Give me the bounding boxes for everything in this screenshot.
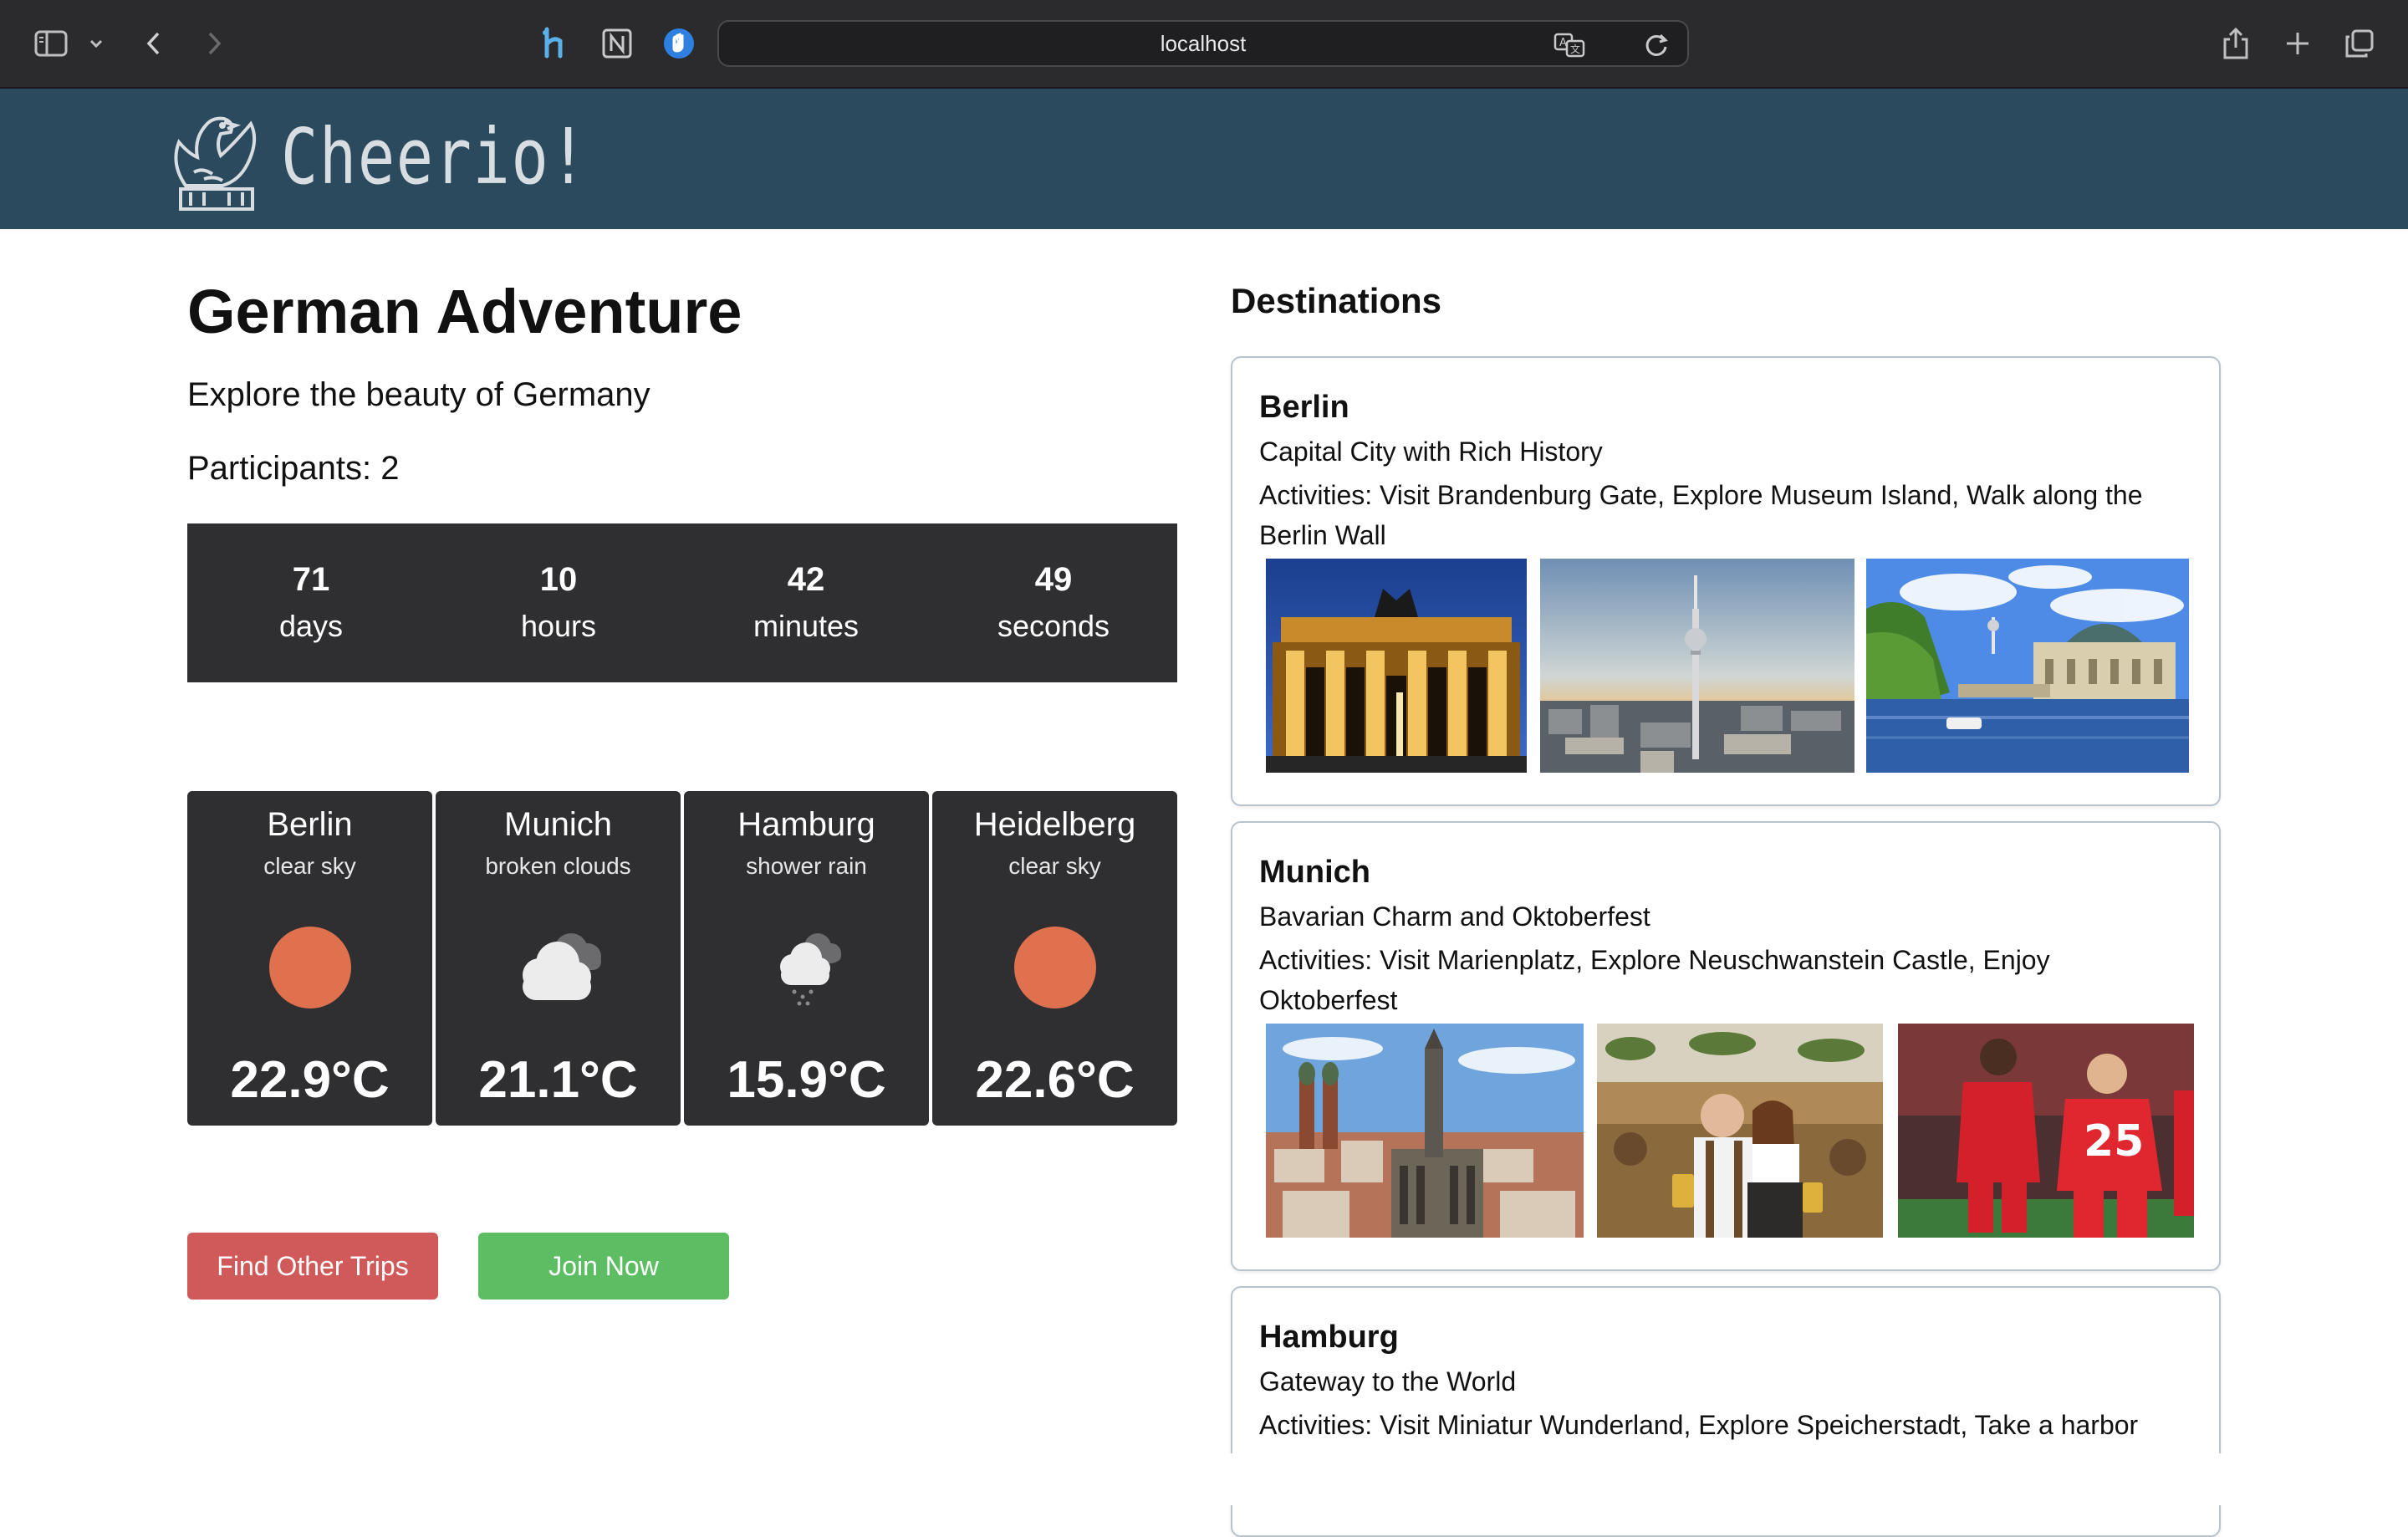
address-bar[interactable]: localhost A文 [717, 20, 1689, 67]
trip-description: Explore the beauty of Germany [187, 376, 650, 413]
weather-condition: clear sky [1008, 853, 1101, 879]
countdown-label: hours [520, 609, 597, 643]
countdown-value: 10 [539, 561, 578, 598]
weather-condition: clear sky [263, 853, 356, 879]
weather-temperature: 22.6°C [975, 1051, 1135, 1109]
translate-icon[interactable]: A文 [1553, 32, 1587, 59]
notion-extension-icon[interactable] [599, 25, 635, 62]
destination-name: Hamburg [1259, 1320, 1399, 1355]
weather-forecast: Berlin clear sky 22.9°C Munich broken cl… [187, 791, 1177, 1126]
destination-card-munich: Munich Bavarian Charm and Oktoberfest Ac… [1231, 821, 2221, 1271]
viewport-bottom-edge [0, 1453, 2408, 1505]
svg-text:A: A [1559, 37, 1567, 49]
countdown-label: minutes [752, 609, 860, 643]
share-icon[interactable] [2217, 22, 2254, 65]
destination-activities: Activities: Visit Brandenburg Gate, Expl… [1259, 480, 2143, 550]
countdown-value: 42 [787, 561, 825, 598]
destination-name: Munich [1259, 855, 1370, 890]
weather-card-munich: Munich broken clouds 21.1°C [436, 791, 681, 1126]
reload-icon[interactable] [1642, 30, 1671, 60]
back-icon[interactable] [137, 22, 171, 65]
destination-tagline: Capital City with Rich History [1259, 437, 1603, 467]
weather-condition: shower rain [746, 853, 867, 879]
participants-count: Participants: 2 [187, 450, 400, 487]
weather-city: Munich [504, 806, 612, 843]
destination-tagline: Gateway to the World [1259, 1366, 1517, 1397]
destination-activities: Activities: Visit Miniatur Wunderland, E… [1259, 1410, 2139, 1440]
countdown-seconds: 49 seconds [970, 556, 1137, 650]
chevron-down-icon[interactable] [84, 22, 109, 65]
destination-activities: Activities: Visit Marienplatz, Explore N… [1259, 945, 2050, 1015]
countdown-hours: 10 hours [475, 556, 642, 650]
countdown-label: seconds [997, 609, 1110, 643]
tab-overview-icon[interactable] [2341, 22, 2378, 65]
countdown-value: 49 [1034, 561, 1073, 598]
destination-name: Berlin [1259, 390, 1349, 425]
forward-icon[interactable] [197, 22, 231, 65]
weather-city: Heidelberg [973, 806, 1136, 843]
privacy-extension-icon[interactable] [661, 25, 697, 62]
svg-text:文: 文 [1570, 43, 1580, 55]
countdown-value: 71 [292, 561, 330, 598]
weather-temperature: 22.9°C [230, 1051, 390, 1109]
tv-tower-photo [1540, 559, 1854, 773]
countdown-label: days [278, 609, 344, 643]
marienplatz-photo [1266, 1024, 1584, 1238]
find-other-trips-button[interactable]: Find Other Trips [187, 1233, 438, 1300]
cloud-icon [504, 922, 613, 1014]
countdown-days: 71 days [227, 556, 395, 650]
trip-title: German Adventure [187, 277, 742, 346]
rain-cloud-icon [752, 922, 861, 1014]
pelican-logo-icon[interactable] [161, 105, 273, 214]
countdown-minutes: 42 minutes [722, 556, 890, 650]
weather-condition: broken clouds [485, 853, 631, 879]
weather-card-hamburg: Hamburg shower rain 15.9°C [684, 791, 929, 1126]
weather-city: Berlin [267, 806, 353, 843]
oktoberfest-photo [1597, 1024, 1883, 1238]
countdown-timer: 71 days 10 hours 42 minutes 49 seconds [187, 523, 1177, 682]
weather-temperature: 21.1°C [478, 1051, 638, 1109]
sidebar-toggle-icon[interactable] [32, 22, 70, 65]
weather-card-heidelberg: Heidelberg clear sky 22.6°C [932, 791, 1177, 1126]
weather-card-berlin: Berlin clear sky 22.9°C [187, 791, 432, 1126]
hypothesis-extension-icon[interactable] [537, 25, 574, 62]
weather-city: Hamburg [737, 806, 875, 843]
destinations-heading: Destinations [1231, 281, 1442, 320]
jersey-number-25: 25 [2084, 1116, 2144, 1167]
sun-icon [256, 922, 365, 1014]
destination-tagline: Bavarian Charm and Oktoberfest [1259, 901, 1650, 932]
browser-toolbar: localhost A文 [0, 0, 2408, 89]
brandenburg-gate-photo [1266, 559, 1527, 773]
destination-card-berlin: Berlin Capital City with Rich History Ac… [1231, 356, 2221, 806]
sun-icon [1001, 922, 1110, 1014]
fc-bayern-photo: 25 [1898, 1024, 2194, 1238]
url-text: localhost [1160, 30, 1247, 56]
logo-text[interactable]: Cheerio! [281, 112, 588, 202]
museum-island-photo [1866, 559, 2189, 773]
weather-temperature: 15.9°C [727, 1051, 886, 1109]
site-header: Cheerio! [0, 89, 2408, 229]
new-tab-icon[interactable] [2279, 22, 2316, 65]
join-now-button[interactable]: Join Now [478, 1233, 729, 1300]
